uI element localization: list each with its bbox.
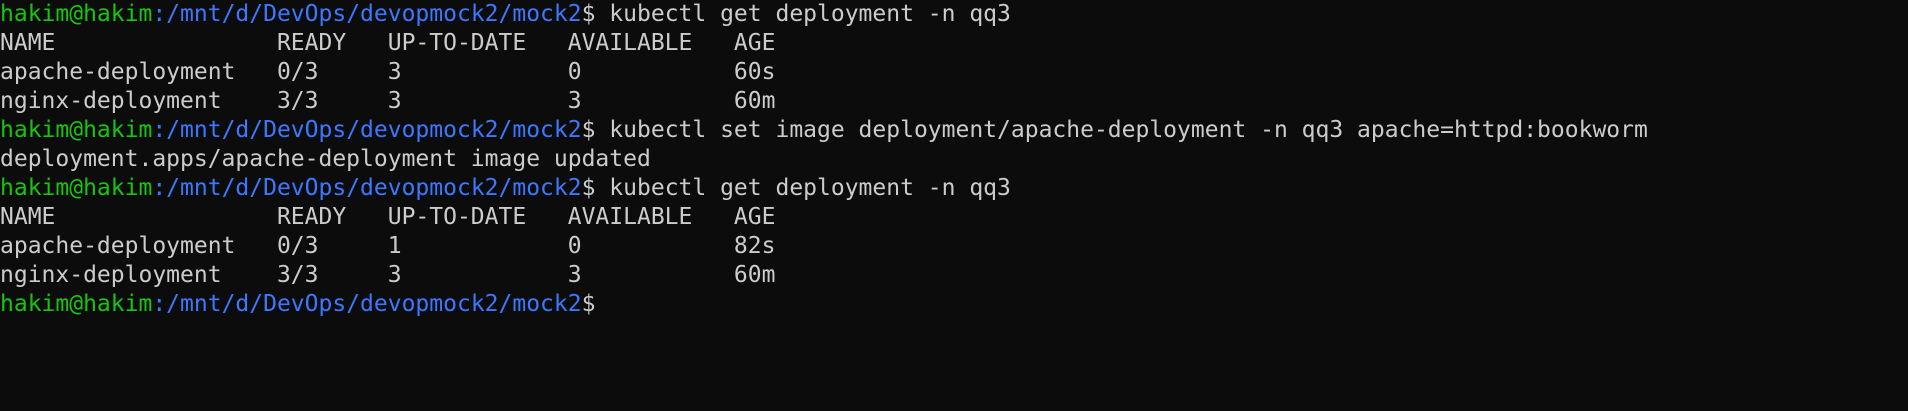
prompt-line-4[interactable]: hakim@hakim:/mnt/d/DevOps/devopmock2/moc…	[0, 290, 1908, 319]
prompt-user-host: hakim@hakim	[0, 175, 153, 201]
table-row: nginx-deployment 3/3 3 3 60m	[0, 88, 776, 114]
table-row: apache-deployment 0/3 3 0 60s	[0, 59, 776, 85]
prompt-symbol: $	[581, 175, 596, 201]
prompt-symbol: $	[581, 291, 596, 317]
command-text: kubectl get deployment -n qq3	[595, 1, 1011, 27]
command-output: deployment.apps/apache-deployment image …	[0, 146, 651, 172]
prompt-user-host: hakim@hakim	[0, 291, 153, 317]
prompt-path: :/mnt/d/DevOps/devopmock2/mock2	[152, 175, 582, 201]
prompt-path: :/mnt/d/DevOps/devopmock2/mock2	[152, 117, 582, 143]
prompt-line-3: hakim@hakim:/mnt/d/DevOps/devopmock2/moc…	[0, 174, 1908, 203]
table-header: NAME READY UP-TO-DATE AVAILABLE AGE	[0, 204, 776, 230]
prompt-user-host: hakim@hakim	[0, 117, 153, 143]
table-row: nginx-deployment 3/3 3 3 60m	[0, 262, 776, 288]
prompt-line-2: hakim@hakim:/mnt/d/DevOps/devopmock2/moc…	[0, 116, 1908, 145]
table-header: NAME READY UP-TO-DATE AVAILABLE AGE	[0, 30, 776, 56]
command-text: kubectl get deployment -n qq3	[595, 175, 1011, 201]
prompt-user-host: hakim@hakim	[0, 1, 153, 27]
prompt-path: :/mnt/d/DevOps/devopmock2/mock2	[152, 1, 582, 27]
prompt-path: :/mnt/d/DevOps/devopmock2/mock2	[152, 291, 582, 317]
prompt-symbol: $	[581, 117, 596, 143]
terminal-window[interactable]: hakim@hakim:/mnt/d/DevOps/devopmock2/moc…	[0, 0, 1908, 411]
prompt-line-1: hakim@hakim:/mnt/d/DevOps/devopmock2/moc…	[0, 0, 1908, 29]
command-text: kubectl set image deployment/apache-depl…	[595, 117, 1648, 143]
table-row: apache-deployment 0/3 1 0 82s	[0, 233, 776, 259]
prompt-symbol: $	[581, 1, 596, 27]
